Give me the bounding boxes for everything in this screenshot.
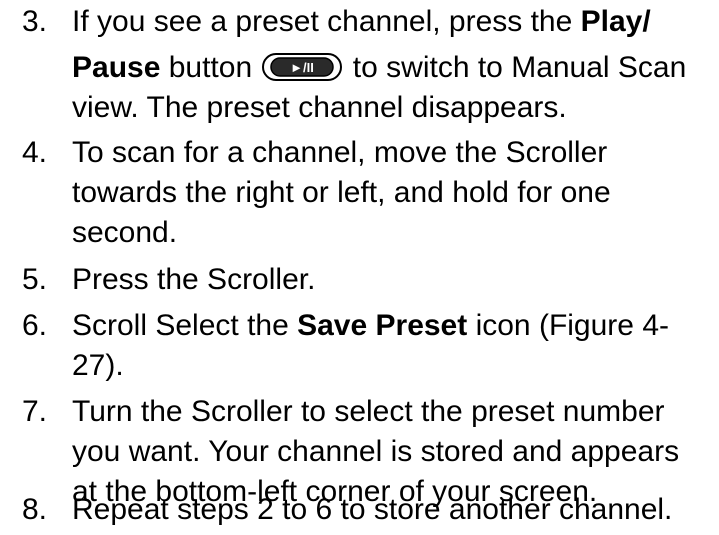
play-pause-button-icon: ►/II (262, 53, 343, 81)
step-line: Scroll Select the Save Preset icon (Figu… (72, 309, 669, 342)
manual-page: { "steps": [ { "number": "3.", "l1_pre":… (0, 0, 719, 535)
step-number: 3. (22, 5, 48, 38)
play-pause-glyph: ►/II (291, 60, 315, 75)
step-number: 5. (22, 263, 48, 296)
step-text: Scroll Select the Save Preset icon (Figu… (72, 306, 719, 386)
step-line: Press the Scroller. (72, 263, 316, 296)
step-line: 27). (72, 349, 124, 382)
step-number: 8. (22, 493, 48, 526)
step-line: second. (72, 216, 178, 249)
step-line: you want. Your channel is stored and app… (72, 435, 680, 468)
step-text: If you see a preset channel, press the P… (72, 2, 719, 128)
step-line: Repeat steps 2 to 6 to store another cha… (72, 493, 673, 526)
step-number: 4. (22, 136, 48, 169)
step-text: To scan for a channel, move the Scroller… (72, 133, 719, 253)
step-line: towards the right or left, and hold for … (72, 176, 611, 209)
step-number: 7. (22, 395, 48, 428)
step-number: 6. (22, 309, 48, 342)
step-line: If you see a preset channel, press the P… (72, 5, 651, 38)
step-line: Turn the Scroller to select the preset n… (72, 395, 665, 428)
step-text: Repeat steps 2 to 6 to store another cha… (72, 490, 719, 530)
step-line: Pause button ►/II to switch to Manual Sc… (72, 51, 687, 84)
step-line: To scan for a channel, move the Scroller (72, 136, 608, 169)
step-line: view. The preset channel disappears. (72, 91, 567, 124)
step-text: Press the Scroller. (72, 260, 719, 300)
